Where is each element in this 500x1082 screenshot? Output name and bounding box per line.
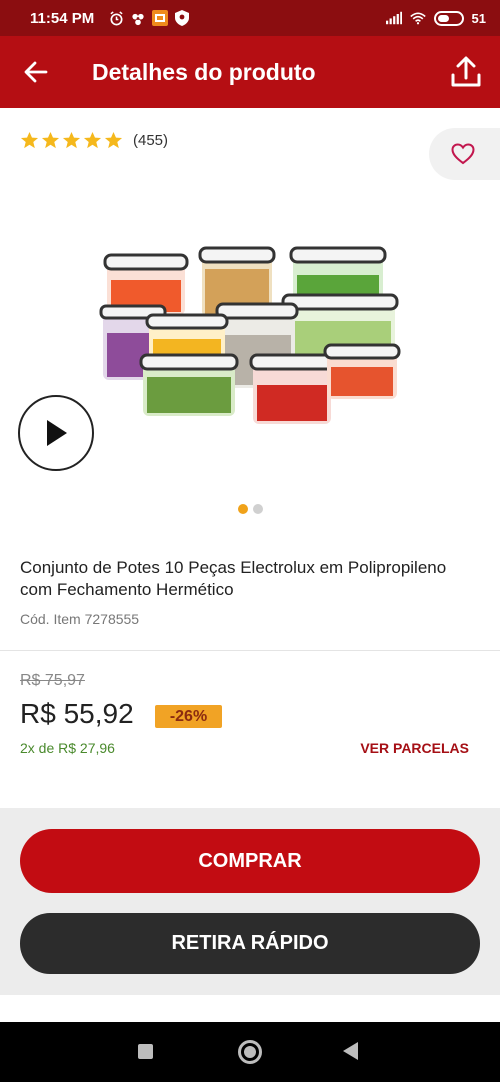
rating-stars	[20, 131, 123, 150]
carousel-indicator	[0, 504, 500, 514]
carousel-dot[interactable]	[252, 504, 263, 514]
product-name: Conjunto de Potes 10 Peças Electrolux em…	[20, 558, 447, 599]
product-photo	[99, 246, 401, 424]
item-code: Cód. Item 7278555	[20, 611, 140, 627]
recent-apps-icon[interactable]	[138, 1044, 153, 1059]
status-notification-icons	[108, 10, 190, 26]
back-icon[interactable]	[343, 1042, 358, 1060]
carousel-dot[interactable]	[237, 504, 248, 514]
retira-rapido-button[interactable]: RETIRA RÁPIDO	[20, 913, 480, 974]
system-nav-bar	[0, 1022, 500, 1082]
battery-percent: 51	[471, 10, 486, 26]
alarm-icon	[108, 10, 124, 26]
discount-badge: -26%	[155, 705, 222, 728]
old-price: R$ 75,97	[20, 672, 85, 689]
status-time: 11:54 PM	[30, 9, 95, 27]
shield-icon	[174, 10, 190, 26]
status-right: 51	[385, 10, 486, 26]
wind-icon	[130, 10, 146, 26]
app-bar: Detalhes do produto	[0, 36, 500, 108]
star-icon	[20, 131, 39, 149]
ver-parcelas-link[interactable]: VER PARCELAS	[360, 740, 469, 756]
back-button[interactable]	[0, 36, 72, 108]
home-icon[interactable]	[238, 1040, 262, 1064]
page-title: Detalhes do produto	[92, 58, 316, 85]
signal-icon	[385, 10, 402, 26]
star-icon	[104, 131, 123, 149]
battery-icon	[433, 10, 464, 26]
share-button[interactable]	[440, 46, 492, 98]
status-left: 11:54 PM	[30, 10, 190, 27]
rating[interactable]: (455)	[20, 131, 168, 150]
favorite-button[interactable]	[429, 128, 500, 180]
star-icon	[83, 131, 102, 149]
play-icon	[47, 420, 67, 446]
status-bar: 11:54 PM 51	[0, 0, 500, 36]
installments-text: 2x de R$ 27,96	[20, 740, 115, 756]
comprar-button[interactable]: COMPRAR	[20, 829, 480, 893]
heart-icon	[451, 143, 475, 165]
product-image[interactable]	[95, 235, 410, 435]
battery-level	[437, 14, 449, 22]
home-icon-inner	[244, 1046, 256, 1058]
arrow-left-icon	[24, 61, 48, 83]
upload-icon	[451, 56, 481, 87]
app-notification-icon	[152, 10, 169, 26]
wifi-icon	[409, 10, 426, 26]
star-icon	[62, 131, 81, 149]
star-icon	[41, 131, 60, 149]
video-play-button[interactable]	[18, 395, 94, 471]
rating-count: (455)	[133, 132, 169, 149]
current-price: R$ 55,92	[20, 698, 134, 729]
divider	[0, 650, 500, 651]
